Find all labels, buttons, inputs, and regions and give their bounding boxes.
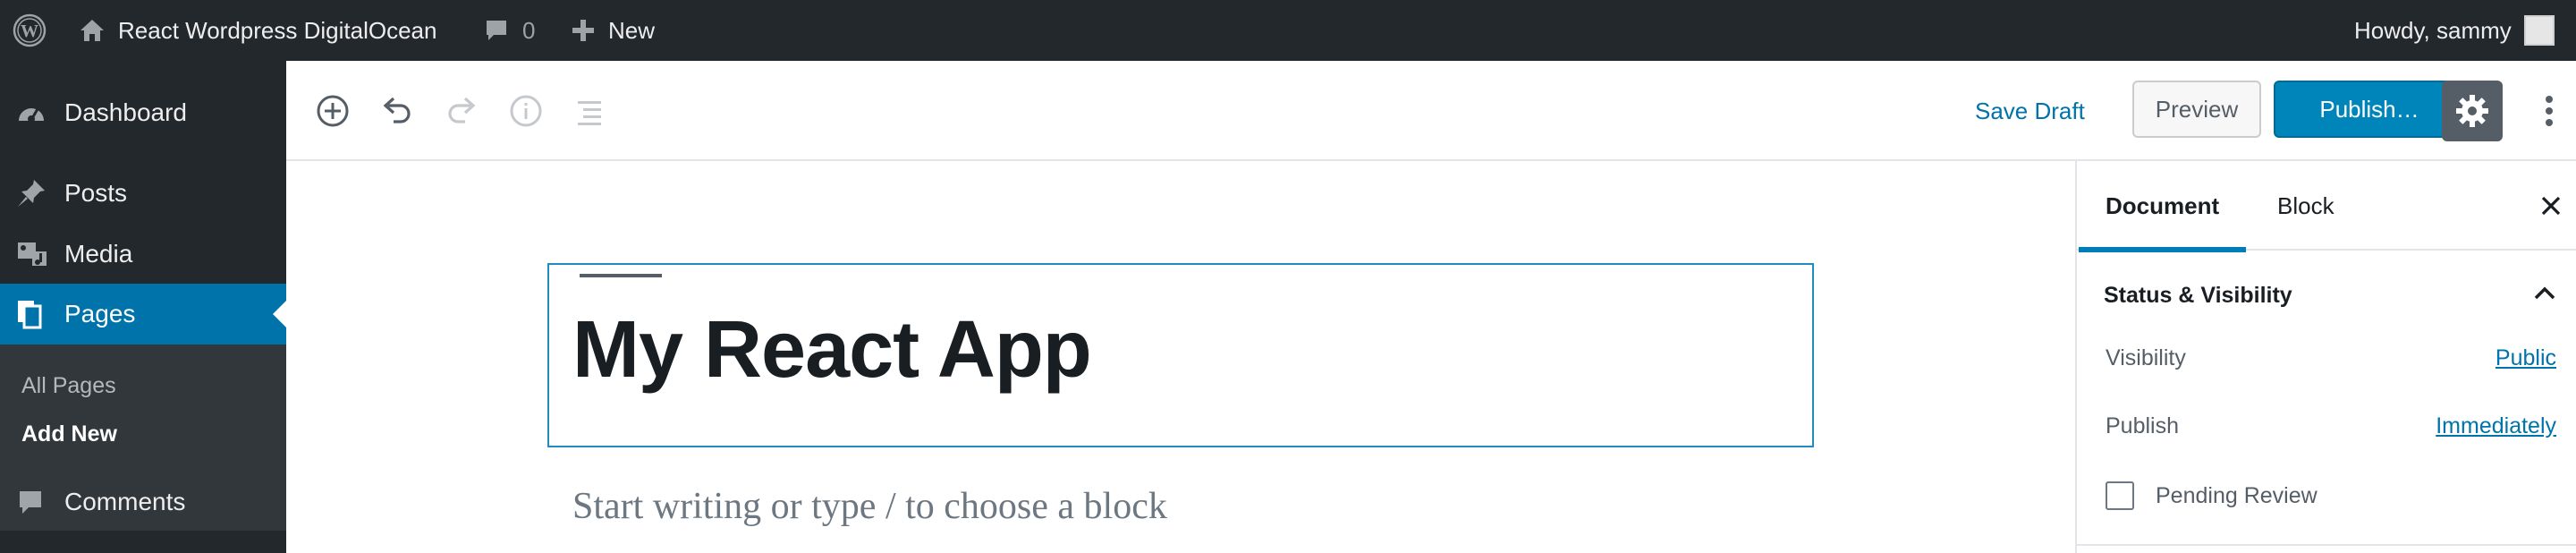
add-block-icon xyxy=(315,93,351,129)
menu-label-pages: Pages xyxy=(64,300,136,328)
pending-review-label[interactable]: Pending Review xyxy=(2156,483,2556,509)
submenu-all-pages[interactable]: All Pages xyxy=(21,373,116,399)
new-content-link[interactable]: New xyxy=(571,0,655,61)
tab-document[interactable]: Document xyxy=(2078,161,2247,252)
submenu-add-new[interactable]: Add New xyxy=(21,421,117,447)
avatar xyxy=(2523,15,2555,46)
redo-icon xyxy=(444,93,479,129)
new-label: New xyxy=(608,16,656,44)
close-sidebar-button[interactable] xyxy=(2538,193,2563,218)
site-name-link[interactable]: React Wordpress DigitalOcean xyxy=(79,0,436,61)
comment-bubble-icon xyxy=(483,17,510,44)
panel-title: Status & Visibility xyxy=(2104,282,2292,308)
more-tools-button[interactable] xyxy=(2531,81,2567,141)
block-navigation-button[interactable] xyxy=(571,91,610,131)
site-name: React Wordpress DigitalOcean xyxy=(118,16,437,44)
menu-item-media[interactable]: Media xyxy=(0,224,286,285)
dashboard-icon xyxy=(16,98,47,128)
admin-bar: W React Wordpress DigitalOcean 0 New How… xyxy=(0,0,2576,61)
add-block-button[interactable] xyxy=(313,91,352,131)
pages-icon xyxy=(16,299,43,329)
save-draft-button[interactable]: Save Draft xyxy=(1975,61,2085,161)
list-icon xyxy=(572,93,608,129)
post-title[interactable]: My React App xyxy=(572,310,1092,390)
settings-button[interactable] xyxy=(2442,81,2503,141)
media-icon xyxy=(16,239,48,269)
undo-button[interactable] xyxy=(377,91,417,131)
post-title-block[interactable]: My React App xyxy=(547,263,1814,447)
svg-text:W: W xyxy=(21,21,38,41)
undo-icon xyxy=(379,93,415,129)
comments-link[interactable]: 0 xyxy=(483,0,535,61)
status-visibility-panel-toggle[interactable]: Status & Visibility xyxy=(2104,277,2556,313)
tab-block[interactable]: Block xyxy=(2277,161,2334,251)
menu-label-posts: Posts xyxy=(64,179,128,207)
gear-icon xyxy=(2454,93,2490,129)
publish-date-row: Publish Immediately xyxy=(2106,408,2556,444)
comment-icon xyxy=(16,488,45,516)
menu-item-comments[interactable]: Comments xyxy=(0,472,286,532)
chevron-up-icon xyxy=(2533,285,2556,301)
admin-menu: Dashboard Posts Media Pages All Pages Ad… xyxy=(0,61,286,553)
menu-item-posts[interactable]: Posts xyxy=(0,163,286,224)
menu-item-dashboard[interactable]: Dashboard xyxy=(0,82,286,143)
editor-toolbar: Save Draft Preview Publish… xyxy=(286,61,2576,161)
menu-label-dashboard: Dashboard xyxy=(64,98,187,126)
close-icon xyxy=(2538,193,2563,218)
preview-button[interactable]: Preview xyxy=(2132,81,2261,138)
plus-icon xyxy=(571,18,596,43)
sidebar-tabs: Document Block xyxy=(2077,161,2576,252)
content-info-button[interactable] xyxy=(506,91,546,131)
visibility-toggle-link[interactable]: Public xyxy=(2496,345,2556,371)
default-block-appender[interactable]: Start writing or type / to choose a bloc… xyxy=(572,485,1167,528)
settings-sidebar: Document Block Status & Visibility Visib… xyxy=(2075,161,2576,553)
pin-icon xyxy=(16,178,47,208)
wordpress-logo-icon[interactable]: W xyxy=(13,0,47,61)
publish-label: Publish xyxy=(2106,413,2179,438)
menu-label-comments: Comments xyxy=(64,488,186,515)
publish-date-link[interactable]: Immediately xyxy=(2436,413,2556,439)
pending-review-checkbox[interactable] xyxy=(2106,481,2134,510)
greeting: Howdy, sammy xyxy=(2354,16,2512,44)
menu-item-pages[interactable]: Pages xyxy=(0,284,286,345)
home-icon xyxy=(79,17,106,44)
info-icon xyxy=(508,93,544,129)
comments-count: 0 xyxy=(522,16,536,44)
my-account-link[interactable]: Howdy, sammy xyxy=(2354,0,2555,61)
menu-label-media: Media xyxy=(64,240,133,268)
pending-review-row: Pending Review xyxy=(2106,478,2556,514)
visibility-label: Visibility xyxy=(2106,345,2186,370)
panel-divider xyxy=(2077,544,2576,546)
visibility-row: Visibility Public xyxy=(2106,340,2556,376)
block-drag-handle[interactable] xyxy=(580,274,662,277)
editor-canvas: My React App Start writing or type / to … xyxy=(286,161,2075,553)
publish-button[interactable]: Publish… xyxy=(2274,81,2465,138)
redo-button[interactable] xyxy=(442,91,481,131)
more-vertical-icon xyxy=(2544,93,2555,129)
